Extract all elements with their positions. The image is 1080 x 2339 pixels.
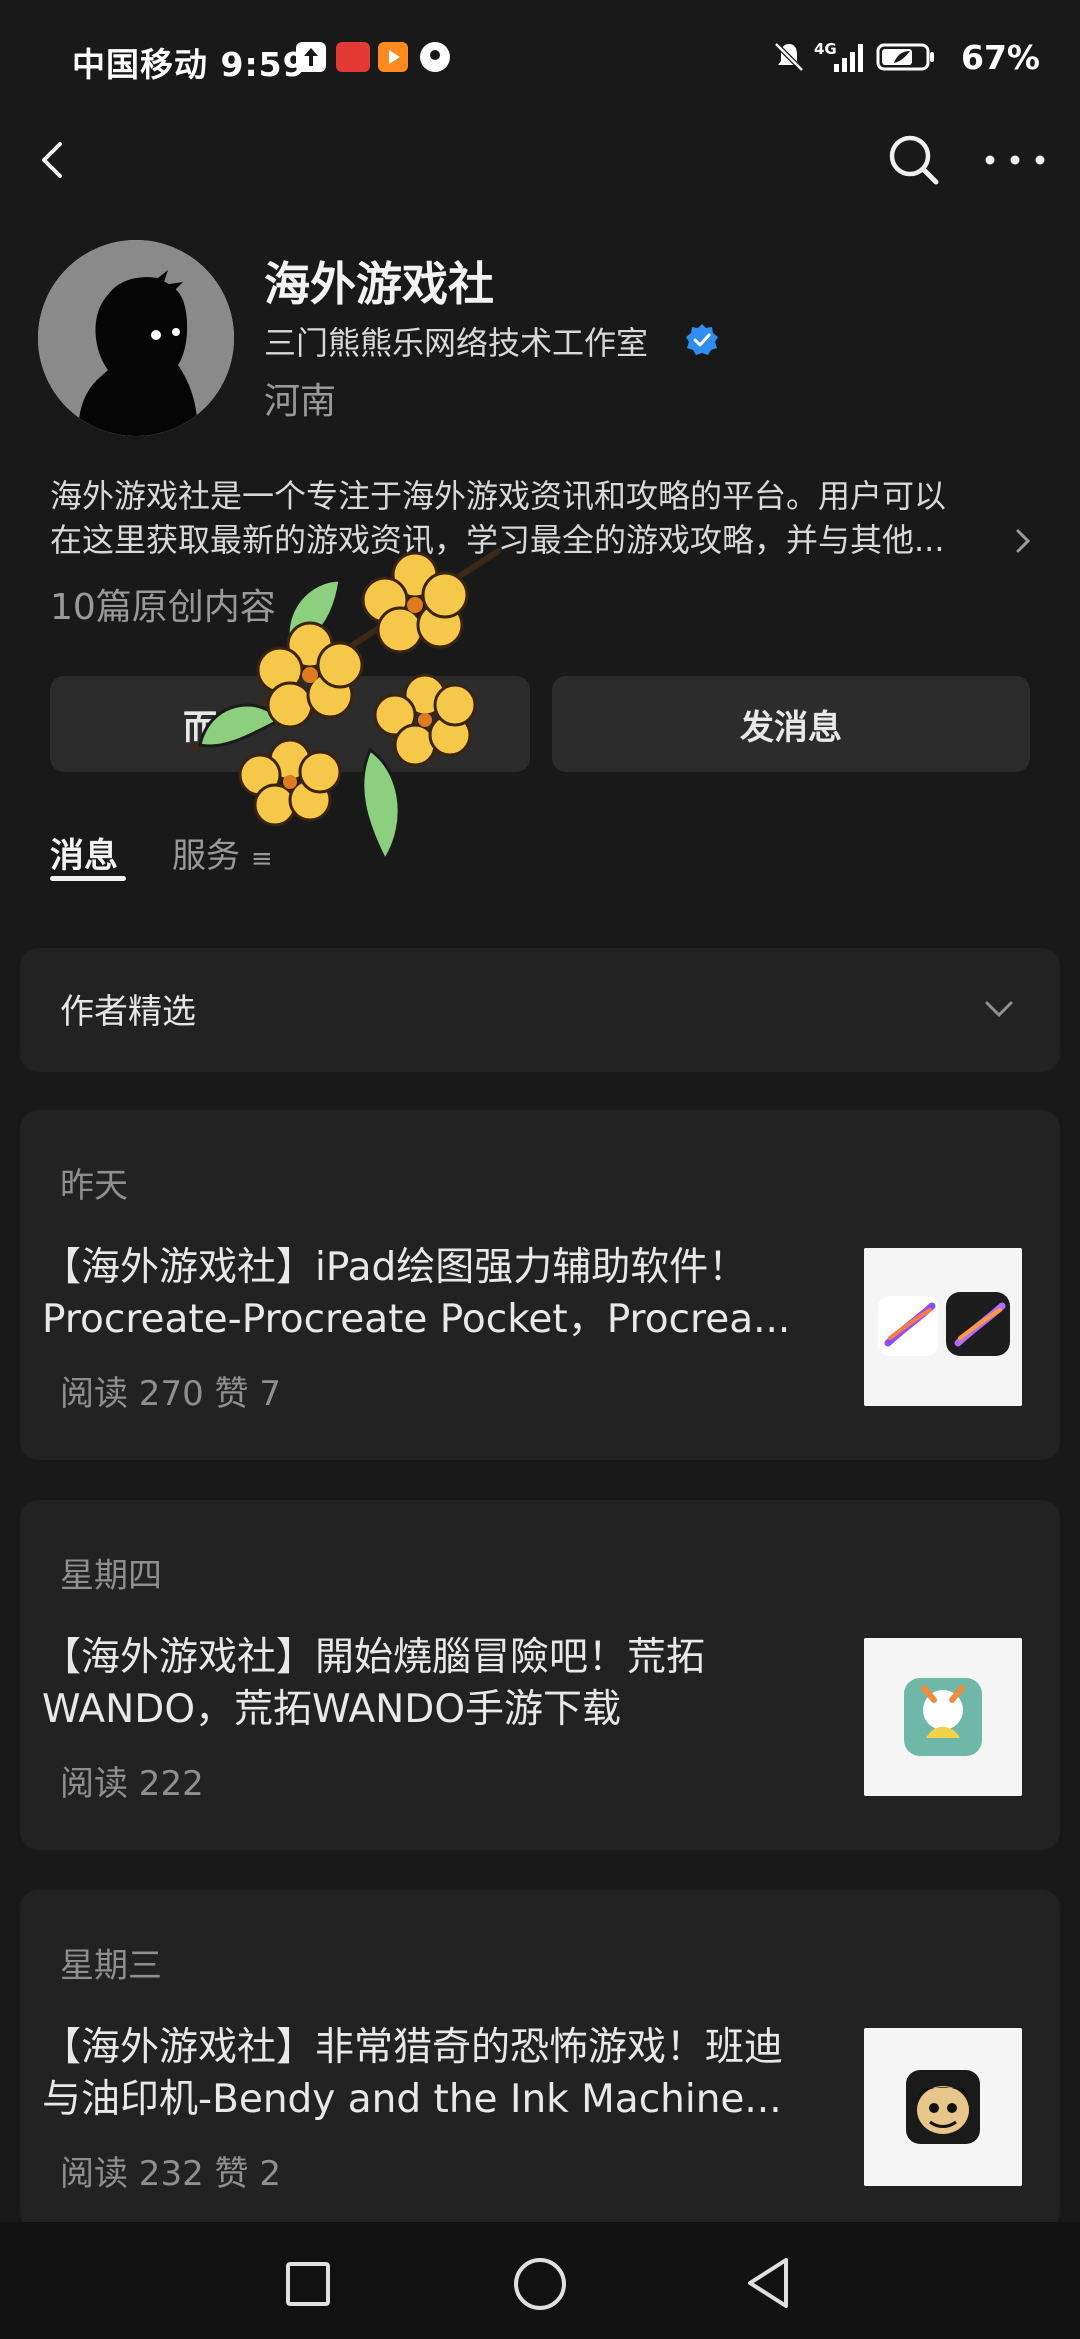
article-title-line: 【海外游戏社】非常猎奇的恐怖游戏！班迪 xyxy=(42,2025,784,2070)
account-organization[interactable]: 三门熊熊乐网络技术工作室 xyxy=(264,318,648,364)
avatar[interactable] xyxy=(38,240,234,436)
article-stats: 阅读 232 赞 2 xyxy=(60,2154,281,2194)
article-date: 星期四 xyxy=(60,1556,162,1596)
article-title[interactable]: 【海外游戏社】非常猎奇的恐怖游戏！班迪 与油印机-Bendy and the I… xyxy=(42,2022,832,2126)
article-date: 星期三 xyxy=(60,1946,162,1986)
article-title[interactable]: 【海外游戏社】iPad绘图强力辅助软件！ Procreate-Procreate… xyxy=(42,1242,832,1346)
status-bar: 中国移动 9:59 4G 67% xyxy=(0,0,1080,120)
article-title-line: 【海外游戏社】開始燒腦冒險吧！荒拓 xyxy=(42,1635,706,1680)
tab-active-indicator xyxy=(50,876,126,881)
app-notification-icon xyxy=(336,42,370,72)
mute-bell-icon xyxy=(774,42,804,72)
article-title-line: 【海外游戏社】iPad绘图强力辅助软件！ xyxy=(42,1245,748,1290)
video-app-icon xyxy=(378,42,408,72)
article-stats: 阅读 222 xyxy=(60,1764,204,1804)
author-picks-label: 作者精选 xyxy=(60,992,196,1032)
battery-percent: 67% xyxy=(961,38,1040,77)
status-carrier-time: 中国移动 9:59 xyxy=(72,45,307,84)
article-title-line: WANDO，荒拓WANDO手游下载 xyxy=(42,1687,622,1732)
article-thumbnail[interactable] xyxy=(864,1248,1022,1406)
recent-apps-button[interactable] xyxy=(286,2262,330,2306)
account-region: 河南 xyxy=(264,381,337,422)
article-date: 昨天 xyxy=(60,1166,128,1206)
article-title-line: 与油印机-Bendy and the Ink Machine... xyxy=(42,2077,782,2122)
send-message-button[interactable]: 发消息 xyxy=(552,676,1030,772)
tab-messages[interactable]: 消息 xyxy=(50,828,118,877)
send-message-label: 发消息 xyxy=(740,707,842,748)
search-icon[interactable] xyxy=(886,132,942,188)
article-stats: 阅读 270 赞 7 xyxy=(60,1374,281,1414)
article-title[interactable]: 【海外游戏社】開始燒腦冒險吧！荒拓 WANDO，荒拓WANDO手游下载 xyxy=(42,1632,832,1736)
article-thumbnail[interactable] xyxy=(864,2028,1022,2186)
back-arrow-icon[interactable] xyxy=(34,140,74,180)
article-title-line: Procreate-Procreate Pocket，Procrea... xyxy=(42,1297,791,1342)
more-icon[interactable] xyxy=(980,150,1050,170)
chevron-right-icon[interactable] xyxy=(1010,526,1036,556)
signal-icon xyxy=(834,44,863,72)
article-thumbnail[interactable] xyxy=(864,1638,1022,1796)
description-line-1: 海外游戏社是一个专注于海外游戏资讯和攻略的平台。用户可以 xyxy=(50,477,947,515)
chevron-down-icon[interactable] xyxy=(984,998,1014,1020)
upload-icon xyxy=(296,42,326,72)
home-button[interactable] xyxy=(514,2258,566,2310)
system-back-button[interactable] xyxy=(742,2254,796,2312)
flower-sticker xyxy=(188,547,502,864)
location-icon xyxy=(420,42,450,72)
verified-badge-icon xyxy=(686,324,718,355)
account-name: 海外游戏社 xyxy=(264,257,494,311)
battery-icon xyxy=(876,43,934,71)
